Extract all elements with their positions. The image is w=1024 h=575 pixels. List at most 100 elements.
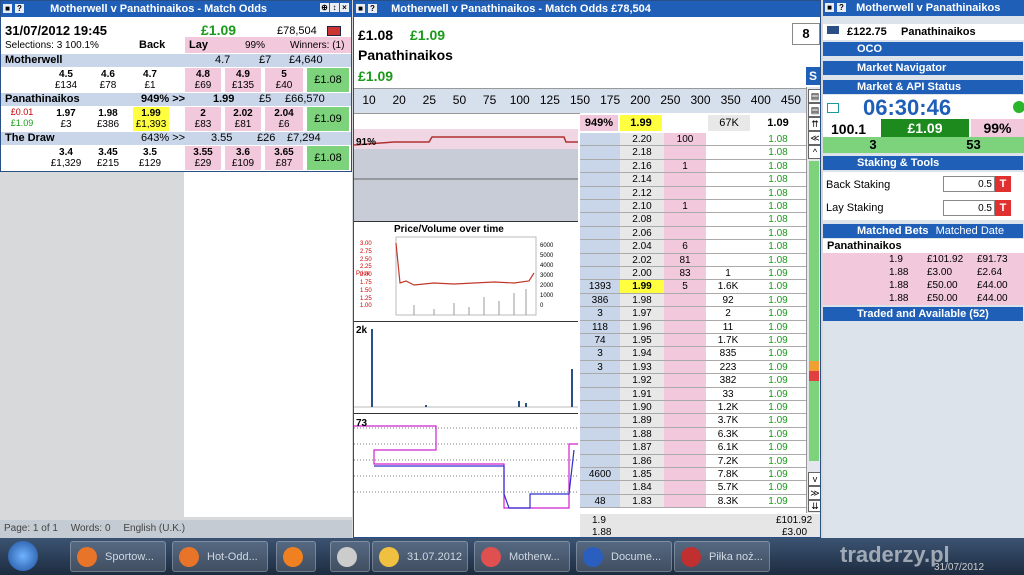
ladder-back-cell[interactable] [580, 481, 620, 495]
ladder-lay-cell[interactable]: 5 [664, 280, 706, 294]
ladder-volume-cell[interactable]: 33 [706, 387, 750, 401]
ladder-title-bar[interactable]: ■? Motherwell v Panathinaikos - Match Od… [354, 1, 820, 17]
ladder-back-cell[interactable] [580, 267, 620, 281]
ladder-price-cell[interactable]: 2.18 [620, 146, 664, 160]
ladder-volume-cell[interactable]: 382 [706, 374, 750, 388]
stake-option[interactable]: 450 [776, 89, 806, 111]
ladder-back-cell[interactable] [580, 173, 620, 187]
ladder-back-cell[interactable] [580, 159, 620, 174]
ladder-back-cell[interactable] [580, 427, 620, 442]
ladder-volume-cell[interactable] [706, 226, 750, 241]
ladder-lay-cell[interactable] [664, 374, 706, 388]
ladder-lay-cell[interactable] [664, 468, 706, 482]
ladder-volume-cell[interactable] [706, 253, 750, 267]
expand-icon[interactable]: ≫ [808, 486, 820, 500]
ladder-price-cell[interactable]: 1.96 [620, 320, 664, 334]
api-status-header[interactable]: Market & API Status [823, 80, 1023, 94]
ladder-lay-cell[interactable]: 81 [664, 253, 706, 267]
runner-header-draw[interactable]: The Draw 643% >> 3.55 £26 £7,294 [1, 132, 351, 145]
ladder-back-cell[interactable] [580, 387, 620, 401]
ladder-volume-cell[interactable]: 6.1K [706, 441, 750, 455]
matched-bet-row[interactable]: 1.88 £50.00 £44.00 [823, 292, 1024, 305]
ladder-price-cell[interactable]: 1.89 [620, 414, 664, 428]
ladder-volume-cell[interactable] [706, 173, 750, 187]
ladder-price-cell[interactable]: 1.92 [620, 374, 664, 388]
ladder-lay-cell[interactable] [664, 347, 706, 361]
ladder-volume-cell[interactable]: 1.6K [706, 280, 750, 294]
pin-icon[interactable]: ■ [356, 4, 365, 13]
ladder-back-cell[interactable] [580, 226, 620, 241]
pin-icon[interactable]: ■ [825, 3, 834, 12]
ladder-lay-cell[interactable] [664, 307, 706, 321]
ladder-price-cell[interactable]: 2.00 [620, 267, 664, 281]
ladder-volume-cell[interactable]: 1.2K [706, 401, 750, 415]
help-icon[interactable]: ? [368, 4, 377, 13]
back-price[interactable]: 1.98 £386 [91, 108, 125, 130]
matched-bets-header[interactable]: Matched Bets Matched Date [823, 224, 1023, 238]
ladder-volume-cell[interactable] [706, 213, 750, 227]
ladder-lay-cell[interactable]: 1 [664, 200, 706, 214]
lay-price[interactable]: 2 £83 [185, 107, 221, 131]
ladder-price-cell[interactable]: 1.93 [620, 360, 664, 375]
ladder-pl-cell[interactable]: 1.09 [750, 360, 806, 375]
ladder-pl-cell[interactable]: 1.09 [750, 387, 806, 401]
ladder-price-cell[interactable]: 1.85 [620, 468, 664, 482]
ladder-volume-cell[interactable]: 1 [706, 267, 750, 281]
ladder-lay-cell[interactable] [664, 334, 706, 348]
ladder-back-cell[interactable] [580, 441, 620, 455]
help-icon[interactable]: ? [837, 3, 846, 12]
taskbar-item[interactable]: Piłka noż... [674, 541, 770, 572]
stake-option[interactable]: 25 [414, 89, 444, 111]
ladder-volume-cell[interactable] [706, 200, 750, 214]
ladder-price-cell[interactable]: 1.87 [620, 441, 664, 455]
ladder-lay-cell[interactable] [664, 441, 706, 455]
scroll-bottom-icon[interactable]: ⇊ [808, 500, 820, 512]
ladder-lay-cell[interactable]: 83 [664, 267, 706, 281]
ladder-pl-cell[interactable]: 1.09 [750, 320, 806, 334]
ladder-back-cell[interactable] [580, 240, 620, 254]
stake-option[interactable]: 350 [716, 89, 746, 111]
ladder-pl-cell[interactable]: 1.08 [750, 253, 806, 267]
ladder-back-cell[interactable]: 4600 [580, 468, 620, 482]
scroll-up-icon[interactable]: ^ [808, 145, 820, 159]
collapse-icon[interactable]: ≪ [808, 131, 820, 145]
ladder-lay-cell[interactable] [664, 481, 706, 495]
lay-price[interactable]: 3.6 £109 [225, 146, 261, 170]
ladder-lay-cell[interactable] [664, 146, 706, 160]
ladder-lay-cell[interactable] [664, 173, 706, 187]
ladder-pl-cell[interactable]: 1.09 [750, 481, 806, 495]
back-price[interactable]: 4.7 £1 [133, 69, 167, 91]
matched-bet-row[interactable]: 1.88 £3.00 £2.64 [823, 266, 1024, 279]
scroll-top-icon[interactable]: ⇈ [808, 117, 820, 131]
ladder-lay-cell[interactable] [664, 320, 706, 334]
ladder-volume-cell[interactable] [706, 159, 750, 174]
ladder-back-cell[interactable] [580, 414, 620, 428]
ladder-back-cell[interactable]: 74 [580, 334, 620, 348]
ladder-volume-cell[interactable]: 11 [706, 320, 750, 334]
ladder-back-cell[interactable]: 3 [580, 347, 620, 361]
runner-header-motherwell[interactable]: Motherwell 4.7 £7 £4,640 [1, 54, 351, 67]
ladder-back-cell[interactable] [580, 454, 620, 468]
scroll-down-icon[interactable]: v [808, 472, 820, 486]
ladder-volume-cell[interactable] [706, 146, 750, 160]
back-staking-input[interactable] [943, 176, 995, 192]
help-icon[interactable]: ? [15, 4, 24, 13]
oco-header[interactable]: OCO [823, 42, 1023, 56]
ladder-price-cell[interactable]: 2.16 [620, 159, 664, 174]
ladder-back-cell[interactable]: 386 [580, 293, 620, 308]
ladder-volume-cell[interactable] [706, 133, 750, 147]
taskbar-item[interactable]: Sportow... [70, 541, 166, 572]
ladder-lay-cell[interactable] [664, 494, 706, 509]
ladder-volume-cell[interactable]: 8.3K [706, 494, 750, 509]
lay-price[interactable]: 3.55 £29 [185, 146, 221, 170]
ladder-lay-cell[interactable]: 100 [664, 133, 706, 147]
lay-price[interactable]: 2.04 £6 [265, 107, 303, 131]
ladder-back-cell[interactable] [580, 374, 620, 388]
swap-icon[interactable]: ↕ [330, 3, 339, 12]
stake-button[interactable]: £1.08 [307, 146, 349, 170]
ladder-pl-cell[interactable]: 1.08 [750, 186, 806, 200]
traded-available-header[interactable]: Traded and Available (52) [823, 307, 1023, 321]
s-button[interactable]: S [806, 67, 820, 85]
ladder-lay-cell[interactable] [664, 427, 706, 442]
ladder-number[interactable]: 8 [792, 23, 820, 45]
